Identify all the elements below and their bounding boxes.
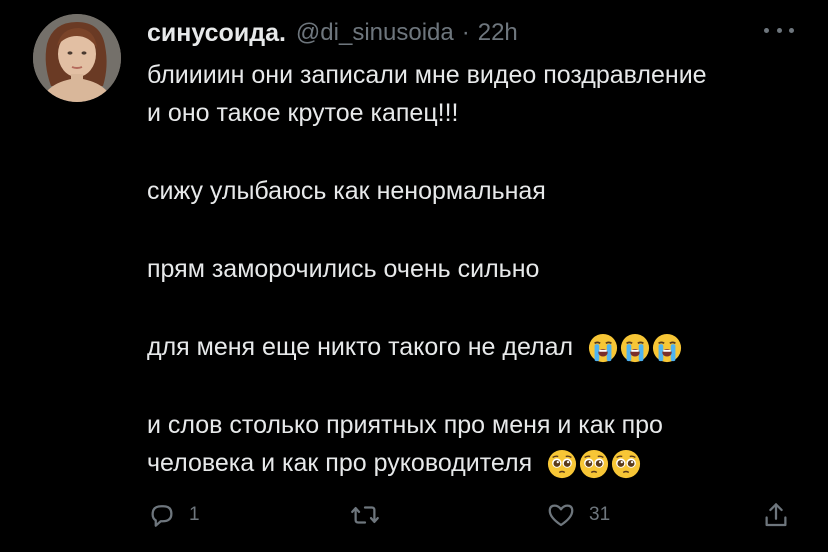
tweet-line: прям заморочились очень сильно (147, 255, 540, 283)
pleading-face-icon (580, 450, 609, 479)
tweet-line-with-emoji: для меня еще никто такого не делал (147, 328, 807, 366)
tweet-line: и слов столько приятных про меня и как п… (147, 411, 663, 439)
tweet-actions: 1 31 (147, 497, 797, 533)
like-count: 31 (589, 504, 611, 525)
tweet-line: блиииин они записали мне видео поздравле… (147, 61, 707, 89)
retweet-icon (351, 506, 379, 524)
avatar[interactable] (33, 14, 121, 102)
tweet-line: и оно такое крутое капец!!! (147, 99, 459, 127)
tweet-line-text: человека и как про руководителя (147, 449, 533, 477)
tweet-header: синусоида. @di_sinusoida · 22h (147, 16, 518, 50)
tweet-line-with-emoji: человека и как про руководителя (147, 444, 807, 482)
reply-count: 1 (189, 504, 200, 525)
tweet-line: сижу улыбаюсь как ненормальная (147, 177, 546, 205)
retweet-button[interactable] (349, 497, 393, 533)
display-name[interactable]: синусоида. (147, 19, 286, 48)
tweet-line-text: для меня еще никто такого не делал (147, 333, 574, 361)
loudly-crying-face-icon (589, 334, 618, 363)
separator-dot: · (461, 19, 470, 46)
reply-button[interactable]: 1 (147, 497, 200, 533)
emoji-group (588, 333, 684, 363)
share-icon (765, 503, 787, 527)
handle[interactable]: @di_sinusoida (296, 19, 454, 47)
loudly-crying-face-icon (621, 334, 650, 363)
more-horizontal-icon[interactable] (764, 20, 794, 40)
reply-icon (151, 505, 173, 527)
pleading-face-icon (548, 450, 577, 479)
like-button[interactable]: 31 (545, 497, 610, 533)
tweet-text: блиииин они записали мне видео поздравле… (147, 56, 807, 482)
pleading-face-icon (612, 450, 641, 479)
timestamp[interactable]: 22h (478, 19, 518, 47)
heart-icon (548, 504, 574, 527)
loudly-crying-face-icon (653, 334, 682, 363)
tweet[interactable]: синусоида. @di_sinusoida · 22h блиииин о… (0, 0, 828, 552)
share-button[interactable] (761, 497, 791, 533)
emoji-group (547, 449, 643, 479)
